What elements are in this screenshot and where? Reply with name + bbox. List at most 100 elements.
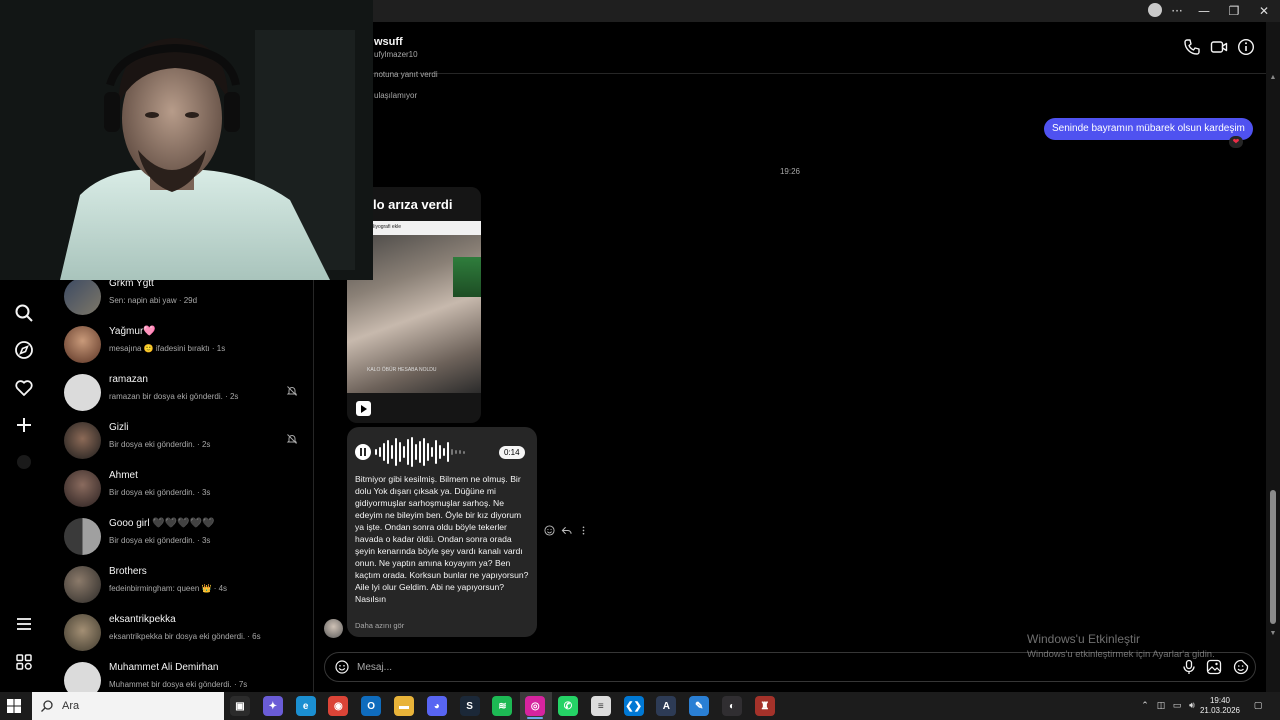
pause-icon[interactable]	[355, 444, 371, 460]
notifications-heart-icon[interactable]	[12, 376, 36, 400]
chat-scrollbar[interactable]: ▲ ▼	[1266, 22, 1280, 692]
audio-waveform[interactable]	[375, 437, 491, 467]
chat-handle: ufylmazer10	[374, 50, 418, 59]
waveform-bar	[403, 446, 405, 458]
edge-icon[interactable]: e	[295, 696, 316, 716]
paint-icon[interactable]: ✎	[689, 696, 710, 716]
microphone-icon[interactable]	[1181, 659, 1197, 675]
vscode-icon[interactable]: ❮❯	[623, 696, 644, 716]
active-app-indicator	[527, 717, 544, 719]
instagram-icon[interactable]: ◎	[525, 696, 546, 716]
message-input[interactable]	[357, 659, 957, 675]
spotify-icon[interactable]: ≋	[492, 696, 513, 716]
video-call-icon[interactable]	[1210, 38, 1228, 56]
conversation-item[interactable]: Ahmet Bir dosya eki gönderdin. · 3s	[48, 464, 313, 512]
close-button[interactable]: ✕	[1249, 0, 1279, 22]
voice-transcript: Bitmiyor gibi kesilmiş. Bilmem ne olmuş.…	[355, 474, 529, 604]
react-emoji-icon[interactable]	[544, 525, 555, 536]
minimize-button[interactable]: —	[1189, 0, 1219, 22]
waveform-bar	[447, 442, 449, 462]
tray-app-icon[interactable]: ◫	[1155, 700, 1167, 712]
waveform-bar	[383, 443, 385, 461]
waveform-bar	[427, 443, 429, 461]
search-icon[interactable]	[12, 301, 36, 325]
scroll-up-arrow-icon[interactable]: ▲	[1269, 74, 1277, 82]
conversation-item[interactable]: Brothers fedeinbirmingham: queen 👑 · 4s	[48, 560, 313, 608]
tray-overflow-icon[interactable]: ⌃	[1139, 700, 1151, 712]
conversation-item[interactable]: Gizli Bir dosya eki gönderdin. · 2s	[48, 416, 313, 464]
waveform-bar	[415, 444, 417, 460]
phone-call-icon[interactable]	[1183, 38, 1201, 56]
task-view-icon[interactable]: ▣	[230, 696, 250, 716]
sent-message-bubble[interactable]: Seninde bayramın mübarek olsun kardeşim	[1044, 118, 1253, 140]
webcam-overlay	[0, 0, 373, 280]
reply-icon[interactable]	[561, 525, 572, 536]
reel-title: lo arıza verdi	[373, 197, 453, 212]
conversation-item[interactable]: eksantrikpekka eksantrikpekka bir dosya …	[48, 608, 313, 656]
notifications-icon[interactable]: ▢	[1252, 700, 1264, 712]
copilot-icon[interactable]: ✦	[262, 696, 283, 716]
game-app-icon[interactable]: ♜	[754, 696, 775, 716]
avatar	[64, 374, 101, 411]
conversation-item[interactable]: Gooo girl 🖤🖤🖤🖤🖤 Bir dosya eki gönderdin.…	[48, 512, 313, 560]
conversation-preview: fedeinbirmingham: queen 👑 · 4s	[109, 584, 228, 593]
whatsapp-icon[interactable]: ✆	[558, 696, 578, 716]
more-apps-icon[interactable]	[12, 650, 36, 674]
heart-reaction-icon[interactable]: ❤	[1229, 136, 1243, 148]
more-vertical-icon[interactable]	[578, 525, 589, 536]
waveform-bar	[395, 438, 397, 466]
conversation-item[interactable]: Yağmur🩷 mesajına 🙂 ifadesini bıraktı · 1…	[48, 320, 313, 368]
waveform-bar	[435, 440, 437, 464]
windows-start-icon[interactable]	[6, 698, 22, 714]
account-avatar[interactable]	[1148, 3, 1162, 17]
conversation-name: Yağmur🩷	[109, 326, 156, 337]
chat-name[interactable]: wsuff	[374, 36, 403, 48]
avatar	[64, 470, 101, 507]
create-plus-icon[interactable]	[12, 413, 36, 437]
conversation-name: ramazan	[109, 374, 148, 385]
info-icon[interactable]	[1237, 38, 1255, 56]
discord-icon[interactable]: ◕	[426, 696, 447, 716]
profile-avatar-icon[interactable]	[12, 450, 36, 474]
chat-panel: wsuff ufylmazer10 notuna yanıt verdi ula…	[314, 22, 1266, 692]
webcam-person-image	[0, 0, 373, 280]
waveform-bar	[379, 447, 381, 457]
show-less-link[interactable]: Daha azını gör	[355, 621, 404, 630]
conversation-name: Brothers	[109, 566, 147, 577]
outlook-icon[interactable]: O	[361, 696, 382, 716]
waveform-bar	[391, 445, 393, 459]
clock-date: 21.03.2026	[1199, 706, 1241, 715]
restore-button[interactable]: ❐	[1219, 0, 1249, 22]
taskbar-clock[interactable]: 19:40 21.03.2026	[1196, 696, 1244, 716]
image-upload-icon[interactable]	[1206, 659, 1222, 675]
sticker-icon[interactable]	[1233, 659, 1249, 675]
voice-message-card: 0:14 Bitmiyor gibi kesilmiş. Bilmem ne o…	[347, 427, 537, 637]
arch-app-icon[interactable]: A	[656, 696, 677, 716]
waveform-bar	[455, 450, 457, 454]
explore-compass-icon[interactable]	[12, 338, 36, 362]
conversation-item[interactable]: ramazan ramazan bir dosya eki gönderdi. …	[48, 368, 313, 416]
taskbar-search-box[interactable]: Ara	[32, 692, 224, 720]
more-options-button[interactable]: ···	[1162, 0, 1192, 22]
network-icon[interactable]: ▭	[1171, 700, 1183, 712]
conversation-preview: Sen: napin abi yaw · 29d	[109, 296, 198, 305]
menu-hamburger-icon[interactable]	[12, 612, 36, 636]
conversation-item[interactable]: Muhammet Ali Demirhan Muhammet bir dosya…	[48, 656, 313, 692]
chrome-icon[interactable]: ◉	[328, 696, 349, 716]
waveform-bar	[419, 441, 421, 463]
obs-icon[interactable]: ◐	[722, 696, 742, 716]
waveform-bar	[459, 450, 461, 454]
conversation-preview: Bir dosya eki gönderdin. · 3s	[109, 488, 211, 497]
avatar	[64, 278, 101, 315]
scroll-down-arrow-icon[interactable]: ▼	[1269, 630, 1277, 638]
reel-strip-text: Biyografi ekle	[371, 224, 402, 230]
waveform-bar	[431, 447, 433, 457]
steam-icon[interactable]: S	[459, 696, 480, 716]
file-explorer-icon[interactable]: ▬	[394, 696, 414, 716]
notepad-icon[interactable]: ≡	[590, 696, 611, 716]
scroll-thumb[interactable]	[1270, 490, 1276, 624]
emoji-picker-icon[interactable]	[335, 660, 349, 674]
reel-thumbnail-inset	[453, 257, 481, 297]
conversation-preview: mesajına 🙂 ifadesini bıraktı · 1s	[109, 344, 226, 353]
reel-play-icon[interactable]	[356, 401, 371, 416]
